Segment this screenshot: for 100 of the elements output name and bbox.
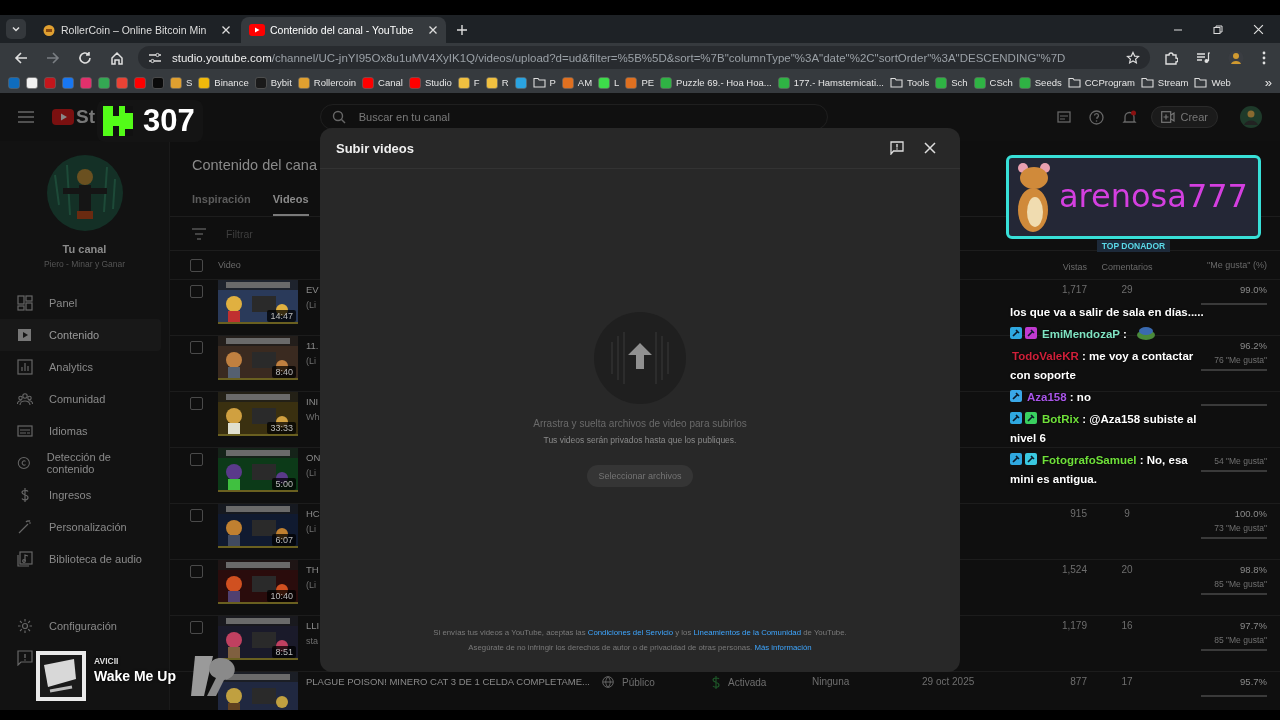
sidebar-item[interactable]: Idiomas xyxy=(0,415,161,447)
row-checkbox[interactable] xyxy=(190,565,203,578)
filter-icon[interactable] xyxy=(192,227,206,240)
close-icon[interactable] xyxy=(924,142,936,154)
dashboard-icon xyxy=(17,295,33,311)
tab-title: Contenido del canal - YouTube xyxy=(270,24,415,36)
bookmark-item[interactable]: Tools xyxy=(889,77,930,88)
sidebar-item[interactable]: Analytics xyxy=(0,351,161,383)
restore-icon[interactable] xyxy=(1213,25,1223,35)
viewer-count: 307 xyxy=(143,103,195,139)
bar-chart-icon xyxy=(17,359,33,375)
close-icon[interactable] xyxy=(428,25,438,35)
browser-tab[interactable]: RollerCoin – Online Bitcoin Min xyxy=(34,17,239,43)
restrictions-text: Ninguna xyxy=(812,676,850,687)
video-title[interactable]: EV xyxy=(306,284,319,295)
views-count: 915 xyxy=(1070,508,1087,519)
likes-count: 73 "Me gusta" xyxy=(1214,523,1267,533)
menu-icon[interactable] xyxy=(1262,50,1266,65)
video-title[interactable]: TH xyxy=(306,564,319,575)
tab-search-button[interactable] xyxy=(6,19,26,39)
views-count: 1,524 xyxy=(1061,564,1087,575)
bookmark-star-icon[interactable] xyxy=(1126,50,1140,65)
home-icon[interactable] xyxy=(110,50,124,65)
video-title[interactable]: PLAGUE POISON! MINERO CAT 3 DE 1 CELDA COMPLETAME... xyxy=(306,676,590,687)
duration-badge: 10:40 xyxy=(267,590,296,602)
bookmark-item[interactable]: Rollercoin xyxy=(297,76,357,89)
notifications-icon[interactable] xyxy=(1121,109,1137,125)
sidebar-item[interactable]: Panel xyxy=(0,287,161,319)
likes-count: 85 "Me gusta" xyxy=(1214,635,1267,645)
row-checkbox[interactable] xyxy=(190,453,203,466)
close-icon[interactable] xyxy=(221,25,231,35)
row-checkbox[interactable] xyxy=(190,285,203,298)
video-description: (Li xyxy=(306,524,316,534)
bookmark-item[interactable]: S xyxy=(170,76,193,89)
video-title[interactable]: ON xyxy=(306,452,321,463)
browser-tab[interactable]: Contenido del canal - YouTube xyxy=(241,17,446,43)
bookmark-item[interactable]: Seeds xyxy=(1018,76,1062,89)
chat-message: BotRix : @Aza158 subiste al nivel 6 xyxy=(1010,411,1198,446)
bookmark-item[interactable]: Puzzle 69.- Hoa Hoa... xyxy=(660,76,772,89)
folder-icon xyxy=(1194,77,1208,88)
likes-percent: 100.0% xyxy=(1234,508,1267,519)
channel-avatar-icon[interactable] xyxy=(1240,106,1262,128)
bookmark-item[interactable]: Bybit xyxy=(254,76,292,89)
duration-badge: 5:00 xyxy=(272,478,296,490)
bookmark-item[interactable]: Sch xyxy=(935,76,968,89)
monetization-text: Activada xyxy=(728,677,767,688)
bookmark-item[interactable]: F xyxy=(457,76,480,89)
bookmark-item[interactable]: Binance xyxy=(198,76,249,89)
play-icon xyxy=(17,327,33,343)
address-bar[interactable]: studio.youtube.com/channel/UC-jnYI95Ox8u1uMV4XyIK1Q/videos/upload?d=ud&filter=%5B%5D&sort=%7B"columnType"%3A"date"%2C"sortOrder"%3A"DESCENDING"%7D xyxy=(138,46,1150,69)
bookmark-item[interactable]: Web xyxy=(1194,77,1231,88)
more-bookmarks-button[interactable]: » xyxy=(1264,75,1272,90)
row-checkbox[interactable] xyxy=(190,341,203,354)
bookmark-item[interactable]: CSch xyxy=(973,76,1013,89)
forward-icon[interactable] xyxy=(46,50,60,65)
visibility-text: Público xyxy=(622,676,655,688)
bookmark-item[interactable]: R xyxy=(485,76,509,89)
settings-item[interactable]: Configuración xyxy=(0,610,161,642)
channel-avatar[interactable] xyxy=(46,155,123,231)
bookmark-item[interactable]: P xyxy=(532,77,556,88)
close-icon[interactable] xyxy=(1253,24,1264,35)
bookmark-item[interactable]: Studio xyxy=(408,76,452,89)
logo-icon xyxy=(103,106,133,136)
row-checkbox[interactable] xyxy=(190,621,203,634)
new-tab-icon[interactable] xyxy=(456,24,468,36)
bookmark-item[interactable]: L xyxy=(598,76,620,89)
captions-icon[interactable] xyxy=(1056,110,1071,124)
video-description: (Li xyxy=(306,356,316,366)
likes-percent: 97.7% xyxy=(1240,620,1267,631)
subtitles-icon xyxy=(17,423,33,439)
bookmark-item[interactable]: AM xyxy=(561,76,593,89)
sidebar-item[interactable]: Detección de contenido xyxy=(0,447,161,479)
sidebar-item[interactable]: Biblioteca de audio xyxy=(0,543,161,575)
media-controls-icon[interactable] xyxy=(1196,50,1210,65)
sidebar-item[interactable]: Ingresos xyxy=(0,479,161,511)
chat-message: Aza158 : no xyxy=(1010,388,1208,407)
bookmark-item[interactable]: CCProgram xyxy=(1067,77,1135,88)
video-title[interactable]: LLI xyxy=(306,620,320,631)
bookmark-item[interactable]: 177.- Hamsternicati... xyxy=(777,76,884,89)
bookmark-item[interactable]: PE xyxy=(625,76,655,89)
row-checkbox[interactable] xyxy=(190,509,203,522)
site-info-icon[interactable] xyxy=(148,51,162,64)
bookmark-item[interactable]: Canal xyxy=(362,76,403,89)
chat-message: los que va a salir de sala en días..... xyxy=(1010,305,1205,320)
content-tab[interactable]: Videos xyxy=(272,187,309,216)
sidebar-item[interactable]: Personalización xyxy=(0,511,161,543)
select-all-checkbox[interactable] xyxy=(190,258,203,272)
help-icon[interactable] xyxy=(1088,109,1104,125)
sidebar-item[interactable]: Comunidad xyxy=(0,383,161,415)
video-title[interactable]: HC xyxy=(306,508,320,519)
reload-icon[interactable] xyxy=(78,50,92,65)
back-icon[interactable] xyxy=(14,50,28,65)
create-button[interactable]: Crear xyxy=(1150,106,1218,128)
video-title[interactable]: 11. xyxy=(306,340,319,351)
bookmark-item[interactable]: Stream xyxy=(1140,77,1189,88)
extensions-icon[interactable] xyxy=(1164,50,1178,65)
video-title[interactable]: INI xyxy=(306,396,319,407)
bookmark-icon[interactable] xyxy=(26,76,38,89)
row-checkbox[interactable] xyxy=(190,397,203,410)
sidebar-item[interactable]: Contenido xyxy=(0,319,161,351)
